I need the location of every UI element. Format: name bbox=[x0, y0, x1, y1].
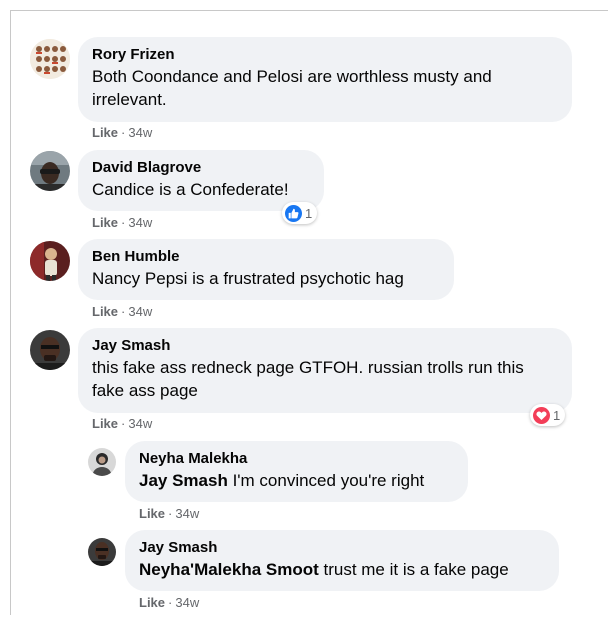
reply-bubble[interactable]: Jay Smash Neyha'Malekha Smoot trust me i… bbox=[125, 530, 559, 591]
comment-timestamp[interactable]: 34w bbox=[128, 125, 152, 140]
reply-timestamp[interactable]: 34w bbox=[175, 595, 199, 610]
avatar[interactable] bbox=[30, 151, 70, 191]
comment-bubble[interactable]: Rory Frizen Both Coondance and Pelosi ar… bbox=[78, 37, 572, 122]
avatar[interactable] bbox=[30, 330, 70, 370]
comment-bubble[interactable]: David Blagrove Candice is a Confederate! bbox=[78, 150, 324, 211]
comment-bubble[interactable]: Ben Humble Nancy Pepsi is a frustrated p… bbox=[78, 239, 454, 300]
like-button[interactable]: Like bbox=[92, 125, 118, 140]
avatar[interactable] bbox=[30, 39, 70, 79]
heart-icon bbox=[533, 406, 550, 424]
separator-dot: · bbox=[121, 304, 126, 319]
like-button[interactable]: Like bbox=[92, 416, 118, 431]
reply-author[interactable]: Neyha Malekha bbox=[139, 449, 454, 469]
reply-actions: Like · 34w bbox=[139, 506, 199, 521]
avatar[interactable] bbox=[30, 241, 70, 281]
reply-bubble[interactable]: Neyha Malekha Jay Smash I'm convinced yo… bbox=[125, 441, 468, 502]
like-button[interactable]: Like bbox=[92, 304, 118, 319]
avatar[interactable] bbox=[88, 538, 116, 566]
separator-dot: · bbox=[168, 595, 173, 610]
comment-actions: Like · 34w bbox=[92, 416, 152, 431]
reaction-summary[interactable]: 1 bbox=[530, 404, 566, 426]
comment-text: Both Coondance and Pelosi are worthless … bbox=[92, 67, 492, 109]
comment-timestamp[interactable]: 34w bbox=[128, 416, 152, 431]
comment-timestamp[interactable]: 34w bbox=[128, 304, 152, 319]
comment-actions: Like · 34w bbox=[92, 215, 152, 230]
comment-author[interactable]: Ben Humble bbox=[92, 247, 440, 267]
comment-actions: Like · 34w bbox=[92, 125, 152, 140]
comment-author[interactable]: Jay Smash bbox=[92, 336, 558, 356]
reaction-summary[interactable]: 1 bbox=[282, 202, 318, 224]
mention-link[interactable]: Neyha'Malekha Smoot bbox=[139, 560, 319, 579]
reaction-count: 1 bbox=[553, 407, 561, 423]
like-button[interactable]: Like bbox=[139, 506, 165, 521]
separator-dot: · bbox=[121, 125, 126, 140]
like-button[interactable]: Like bbox=[92, 215, 118, 230]
reply-actions: Like · 34w bbox=[139, 595, 199, 610]
comment-actions: Like · 34w bbox=[92, 304, 152, 319]
separator-dot: · bbox=[121, 215, 126, 230]
comment-timestamp[interactable]: 34w bbox=[128, 215, 152, 230]
reply-message: I'm convinced you're right bbox=[227, 471, 425, 490]
reply-author[interactable]: Jay Smash bbox=[139, 538, 545, 558]
reply-timestamp[interactable]: 34w bbox=[175, 506, 199, 521]
comment-text: Nancy Pepsi is a frustrated psychotic ha… bbox=[92, 269, 404, 288]
avatar[interactable] bbox=[88, 448, 116, 476]
separator-dot: · bbox=[168, 506, 173, 521]
mention-link[interactable]: Jay Smash bbox=[139, 471, 228, 490]
comment-author[interactable]: Rory Frizen bbox=[92, 45, 558, 65]
separator-dot: · bbox=[121, 416, 126, 431]
comment-text: this fake ass redneck page GTFOH. russia… bbox=[92, 358, 524, 400]
thumbs-up-icon bbox=[285, 204, 302, 222]
reply-message: trust me it is a fake page bbox=[318, 560, 509, 579]
reply-text: Jay Smash I'm convinced you're right bbox=[139, 469, 454, 492]
comment-bubble[interactable]: Jay Smash this fake ass redneck page GTF… bbox=[78, 328, 572, 413]
comment-author[interactable]: David Blagrove bbox=[92, 158, 310, 178]
reply-text: Neyha'Malekha Smoot trust me it is a fak… bbox=[139, 558, 545, 581]
reaction-count: 1 bbox=[305, 205, 313, 221]
like-button[interactable]: Like bbox=[139, 595, 165, 610]
comment-text: Candice is a Confederate! bbox=[92, 180, 289, 199]
